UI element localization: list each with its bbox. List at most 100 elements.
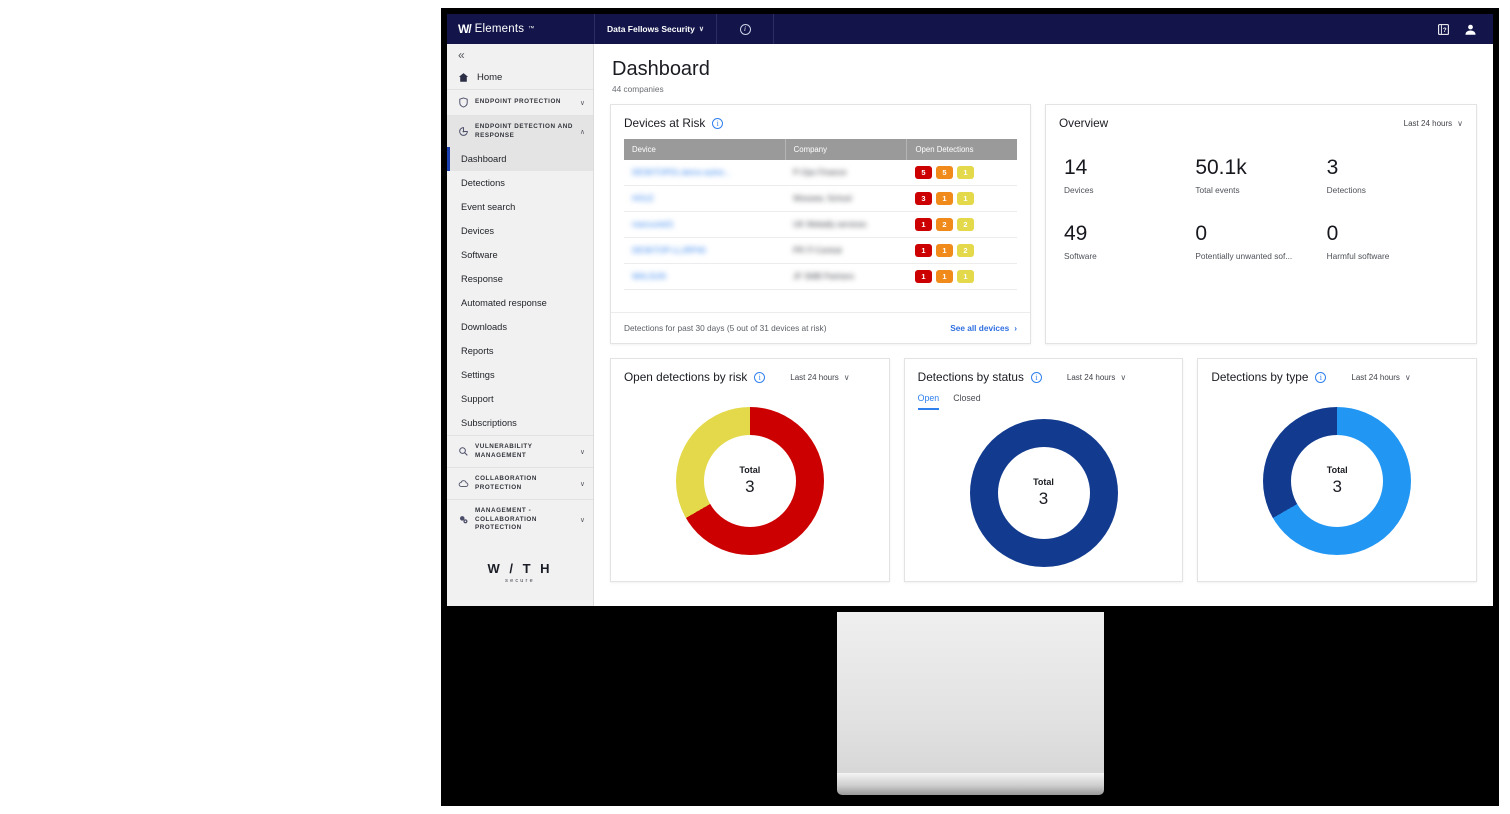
status-badge[interactable]: 1 bbox=[914, 218, 932, 231]
period-selector[interactable]: Last 24 hours ∨ bbox=[790, 373, 849, 382]
status-badge[interactable]: 3 bbox=[914, 192, 932, 205]
help-book-icon[interactable]: ? bbox=[1437, 23, 1450, 36]
chevron-down-icon: ∨ bbox=[579, 99, 585, 107]
kpi-metric: 50.1k Total events bbox=[1195, 156, 1326, 195]
donut-chart[interactable]: Total 3 bbox=[1263, 407, 1412, 555]
status-badge[interactable]: 1 bbox=[935, 192, 953, 205]
status-badge[interactable]: 5 bbox=[935, 166, 953, 179]
chevron-down-icon: ∨ bbox=[1457, 118, 1463, 128]
sidebar-item-devices[interactable]: Devices bbox=[447, 219, 593, 243]
status-badge[interactable]: 1 bbox=[956, 166, 974, 179]
sidebar-item-subscriptions[interactable]: Subscriptions bbox=[447, 411, 593, 435]
info-icon[interactable]: i bbox=[754, 371, 766, 383]
period-selector[interactable]: Last 24 hours ∨ bbox=[1404, 119, 1463, 128]
sidebar-group-endpoint-protection[interactable]: ENDPOINT PROTECTION ∨ bbox=[447, 89, 593, 115]
table-header-row: Device Company Open Detections bbox=[624, 139, 1017, 160]
sidebar-item-event-search[interactable]: Event search bbox=[447, 195, 593, 219]
table-row[interactable]: HOLE Wossew, School 3 1 1 bbox=[624, 185, 1017, 212]
kpi-label: Potentially unwanted sof... bbox=[1195, 251, 1293, 262]
table-row[interactable]: WALSUN JF SMB Partners 1 1 1 bbox=[624, 263, 1017, 290]
device-link[interactable]: DESKTOP01-demo-aulne... bbox=[632, 168, 731, 177]
sidebar-group-collaboration-protection[interactable]: COLLABORATION PROTECTION ∨ bbox=[447, 467, 593, 499]
chart-area: Total 3 bbox=[611, 393, 889, 555]
footer-summary-text: Detections for past 30 days (5 out of 31… bbox=[624, 323, 827, 333]
table-row[interactable]: DESKTOP01-demo-aulne... P-Ops Finance 5 5 1 bbox=[624, 160, 1017, 186]
card-title: Overview bbox=[1059, 116, 1109, 130]
tenant-selector[interactable]: Data Fellows Security ∨ bbox=[594, 14, 716, 44]
severity-badges: 311 bbox=[914, 192, 1009, 205]
detections-by-type-card: Detections by type i Last 24 hours ∨ Tot… bbox=[1197, 358, 1478, 582]
donut-chart[interactable]: Total 3 bbox=[675, 407, 824, 555]
sidebar-collapse-button[interactable]: « bbox=[447, 44, 593, 66]
column-header-open-detections[interactable]: Open Detections bbox=[906, 139, 1017, 160]
sidebar-item-response[interactable]: Response bbox=[447, 267, 593, 291]
status-badge[interactable]: 2 bbox=[956, 218, 974, 231]
status-badge[interactable]: 1 bbox=[914, 270, 932, 283]
device-link[interactable]: HOLE bbox=[632, 194, 654, 203]
sidebar-item-automated-response[interactable]: Automated response bbox=[447, 291, 593, 315]
tab-closed[interactable]: Closed bbox=[953, 393, 980, 410]
sidebar-item-detections[interactable]: Detections bbox=[447, 171, 593, 195]
status-badge[interactable]: 1 bbox=[956, 270, 974, 283]
info-icon[interactable]: i bbox=[1030, 371, 1042, 383]
see-all-devices-link[interactable]: See all devices › bbox=[950, 323, 1017, 333]
sidebar-item-reports[interactable]: Reports bbox=[447, 339, 593, 363]
kpi-metric: 3 Detections bbox=[1326, 156, 1458, 196]
info-icon[interactable]: i bbox=[1315, 371, 1327, 383]
chart-area: Total 3 bbox=[905, 410, 1183, 567]
logo-tagline: secure bbox=[505, 578, 535, 584]
devices-card-footer: Detections for past 30 days (5 out of 31… bbox=[611, 312, 1030, 343]
logo-wordmark: W / T H bbox=[487, 561, 553, 576]
sidebar-item-downloads[interactable]: Downloads bbox=[447, 315, 593, 339]
chevron-right-icon: › bbox=[1014, 323, 1017, 333]
status-badge[interactable]: 2 bbox=[935, 218, 953, 231]
column-header-company[interactable]: Company bbox=[785, 139, 908, 160]
card-title: Devices at Risk bbox=[624, 116, 706, 130]
shield-icon bbox=[458, 97, 469, 108]
status-badge[interactable]: 5 bbox=[914, 166, 932, 179]
table-row[interactable]: mancurie01 UK Webally services 1 2 2 bbox=[624, 211, 1017, 238]
status-badge[interactable]: 1 bbox=[935, 244, 953, 257]
detections-by-status-card: Detections by status i Last 24 hours ∨ O… bbox=[903, 358, 1184, 582]
tab-open[interactable]: Open bbox=[917, 393, 940, 410]
device-link[interactable]: DESKTOP-LLJRP40 bbox=[632, 246, 706, 255]
info-icon[interactable]: i bbox=[712, 117, 724, 129]
monitor-stand-base bbox=[837, 773, 1104, 795]
period-selector[interactable]: Last 24 hours ∨ bbox=[1067, 373, 1126, 382]
info-button[interactable]: i bbox=[716, 14, 774, 44]
period-selector[interactable]: Last 24 hours ∨ bbox=[1351, 373, 1410, 382]
chevron-up-icon: ∧ bbox=[579, 128, 585, 136]
sidebar-item-software[interactable]: Software bbox=[447, 243, 593, 267]
sidebar-group-vulnerability-management[interactable]: VULNERABILITY MANAGEMENT ∨ bbox=[447, 435, 593, 467]
sidebar-item-home[interactable]: Home bbox=[447, 66, 593, 89]
user-account-icon[interactable] bbox=[1464, 23, 1477, 36]
column-header-device[interactable]: Device bbox=[624, 139, 786, 160]
sidebar-item-dashboard[interactable]: Dashboard bbox=[447, 147, 593, 171]
table-row[interactable]: DESKTOP-LLJRP40 PR IT-Central 1 1 2 bbox=[624, 237, 1017, 264]
status-badge[interactable]: 1 bbox=[914, 244, 932, 257]
status-badge[interactable]: 1 bbox=[935, 270, 953, 283]
sidebar-group-management-collaboration-protection[interactable]: MANAGEMENT - COLLABORATION PROTECTION ∨ bbox=[447, 499, 593, 540]
device-link[interactable]: mancurie01 bbox=[632, 220, 674, 229]
overview-kpi-grid: 14 Devices 50.1k Total events 3 Detections 49 S… bbox=[1046, 139, 1476, 261]
company-name: JF SMB Partners bbox=[793, 272, 855, 281]
sidebar-group-endpoint-detection-and-response[interactable]: ENDPOINT DETECTION AND RESPONSE ∧ bbox=[447, 115, 593, 147]
severity-badges: 111 bbox=[914, 270, 1009, 283]
status-badge[interactable]: 1 bbox=[956, 192, 974, 205]
chevron-down-icon: ∨ bbox=[579, 516, 585, 524]
kpi-label: Detections bbox=[1326, 185, 1366, 196]
sidebar-item-settings[interactable]: Settings bbox=[447, 363, 593, 387]
period-label: Last 24 hours bbox=[790, 372, 839, 382]
donut-chart[interactable]: Total 3 bbox=[969, 419, 1118, 567]
sidebar-item-support[interactable]: Support bbox=[447, 387, 593, 411]
brand-mark: W/ bbox=[458, 22, 472, 36]
sidebar-group-label: MANAGEMENT - COLLABORATION PROTECTION bbox=[475, 507, 537, 531]
page-subtitle: 44 companies bbox=[612, 84, 664, 94]
kpi-value: 0 bbox=[1195, 222, 1208, 246]
device-link[interactable]: WALSUN bbox=[632, 272, 666, 281]
status-badge[interactable]: 2 bbox=[956, 244, 974, 257]
card-header: Open detections by risk i Last 24 hours … bbox=[611, 359, 889, 393]
card-header: Devices at Risk i bbox=[611, 105, 1030, 139]
chevron-down-icon: ∨ bbox=[1404, 372, 1411, 382]
cell-open-detections: 311 bbox=[906, 185, 1017, 212]
